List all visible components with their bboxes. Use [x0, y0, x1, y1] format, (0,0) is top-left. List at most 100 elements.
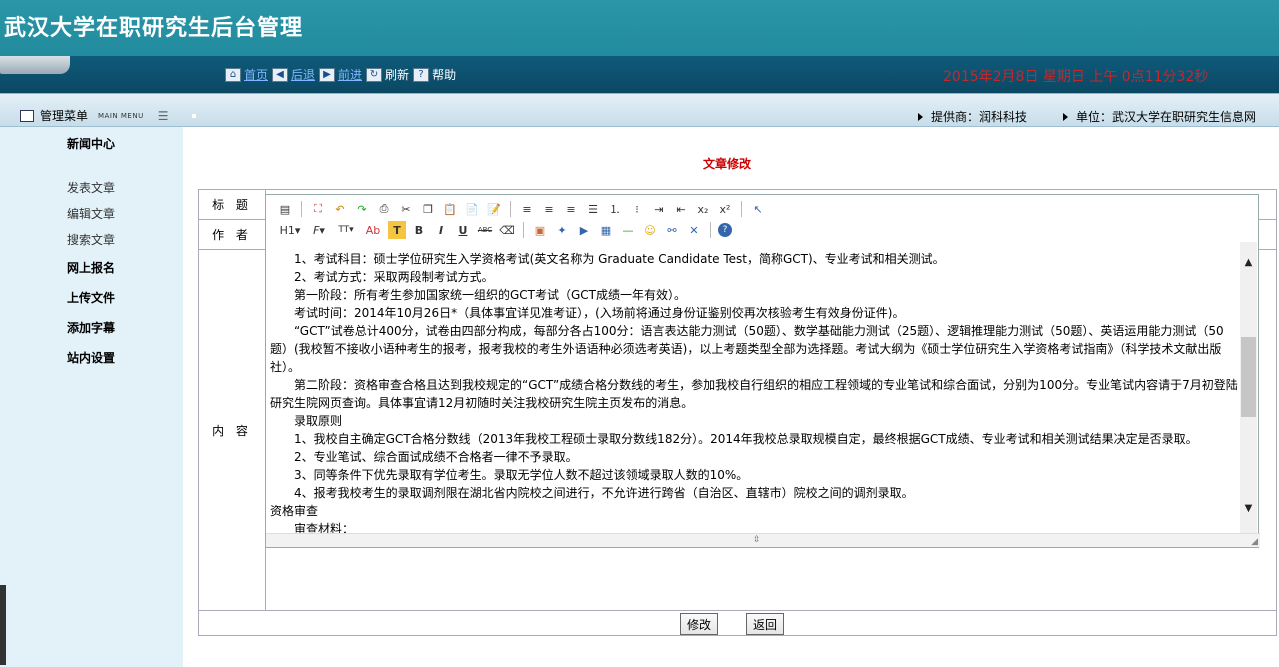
italic-button[interactable]: I [432, 221, 450, 239]
content-line: 1、我校自主确定GCT合格分数线（2013年我校工程硕士录取分数线182分）。2… [294, 432, 1198, 446]
content-line: 3、同等条件下优先录取有学位考生。录取无学位人数不超过该领域录取人数的10%。 [294, 468, 749, 482]
rich-text-editor: ▤ ⛶ ↶ ↷ ⎙ ✂ ❐ 📋 📄 📝 ≡ ≡ ≡ ☰ ⒈ ⁝ ⇥ ⇤ x₂ x… [265, 194, 1260, 548]
paste-word-icon[interactable]: 📝 [485, 200, 503, 218]
unit-info: 单位：武汉大学在职研究生信息网 [1063, 108, 1256, 125]
font-size-dropdown[interactable]: TT ▾ [334, 221, 358, 239]
sidebar-item-upload-file[interactable]: 上传文件 [67, 289, 115, 306]
content-line: — — — — — — — — — — — — [270, 242, 1241, 250]
heading-dropdown[interactable]: H1 ▾ [276, 221, 304, 239]
content-line: 第一阶段：所有考生参加国家统一组织的GCT考试（GCT成绩一年有效）。 [294, 288, 687, 302]
editor-resize-bar[interactable]: ⇳ ◢ [266, 533, 1260, 547]
page-title: 文章修改 [703, 157, 752, 171]
refresh-icon: ↻ [366, 67, 383, 82]
cut-icon[interactable]: ✂ [397, 200, 415, 218]
font-family-dropdown[interactable]: F ▾ [308, 221, 330, 239]
undo-icon[interactable]: ↶ [331, 200, 349, 218]
editor-toolbar-row2: H1 ▾ F ▾ TT ▾ Ab T B I U ABC ⌫ ▣ ✦ ▶ ▦ — ☺ … [276, 219, 732, 241]
editor-content-area[interactable]: — — — — — — — — — — — — 1、考试科目：硕士学位研究生入学… [270, 242, 1241, 533]
sidebar-item-edit-article[interactable]: 编辑文章 [67, 205, 115, 222]
sidebar-item-add-subtitle[interactable]: 添加字幕 [67, 319, 115, 336]
help-icon: ? [413, 67, 430, 82]
insert-media-icon[interactable]: ▶ [575, 221, 593, 239]
provider-info: 提供商：润科科技 [918, 108, 1027, 125]
nav-toolbar: ⌂ 首页 ◀ 后退 ▶ 前进 ↻ 刷新 ? 帮助 [225, 66, 456, 83]
fullscreen-icon[interactable]: ⛶ [309, 200, 327, 218]
author-label: 作 者 [198, 219, 266, 250]
content-line: 考试时间：2014年10月26日*（具体事宜详见准考证），(入场前将通过身份证鉴… [294, 306, 905, 320]
content-line: 审查材料： [294, 522, 355, 533]
link-icon[interactable]: ⚯ [663, 221, 681, 239]
align-right-icon[interactable]: ≡ [562, 200, 580, 218]
content-line: 2、考试方式：采取两段制考试方式。 [294, 270, 494, 284]
title-label: 标 题 [198, 189, 266, 220]
window-edge [0, 585, 6, 665]
strikethrough-button[interactable]: ABC [476, 221, 494, 239]
header-banner: 武汉大学在职研究生后台管理 ⌂ 首页 ◀ 后退 ▶ 前进 ↻ 刷新 ? 帮助 2… [0, 0, 1279, 93]
menu-lines-icon[interactable]: ☰ [158, 109, 169, 123]
superscript-icon[interactable]: x² [716, 200, 734, 218]
print-icon[interactable]: ⎙ [375, 200, 393, 218]
content-line: 1、考试科目：硕士学位研究生入学资格考试(英文名称为 Graduate Cand… [294, 252, 945, 266]
paste-text-icon[interactable]: 📄 [463, 200, 481, 218]
sidebar-item-site-settings[interactable]: 站内设置 [67, 349, 115, 366]
menu-bar: 管理菜单 MAIN MENU ☰ 提供商：润科科技 单位：武汉大学在职研究生信息… [0, 93, 1279, 127]
emoticon-icon[interactable]: ☺ [641, 221, 659, 239]
nav-home-button[interactable]: ⌂ 首页 [225, 66, 268, 83]
align-center-icon[interactable]: ≡ [540, 200, 558, 218]
system-name: 武汉大学在职研究生后台管理 [4, 16, 304, 41]
form-buttons: 修改 返回 [680, 613, 785, 635]
insert-table-icon[interactable]: ▦ [597, 221, 615, 239]
align-justify-icon[interactable]: ☰ [584, 200, 602, 218]
triangle-bullet-icon [1063, 112, 1068, 121]
ordered-list-icon[interactable]: ⒈ [606, 200, 624, 218]
home-icon: ⌂ [225, 67, 241, 82]
monitor-graphic [0, 56, 70, 74]
forward-arrow-icon: ▶ [319, 67, 336, 82]
menu-dot-icon [192, 113, 197, 118]
resize-corner-icon[interactable]: ◢ [1251, 537, 1258, 547]
outdent-icon[interactable]: ⇤ [672, 200, 690, 218]
horizontal-rule-icon[interactable]: — [619, 221, 637, 239]
sidebar-item-publish-article[interactable]: 发表文章 [67, 179, 115, 196]
nav-back-button[interactable]: ◀ 后退 [272, 66, 315, 83]
resize-grip-icon[interactable]: ⇳ [753, 535, 761, 545]
unordered-list-icon[interactable]: ⁝ [628, 200, 646, 218]
nav-forward-button[interactable]: ▶ 前进 [319, 66, 362, 83]
content-line: 2、专业笔试、综合面试成绩不合格者一律不予录取。 [294, 450, 578, 464]
source-code-icon[interactable]: ▤ [276, 200, 294, 218]
scroll-thumb[interactable] [1241, 337, 1256, 417]
nav-help-button[interactable]: ? 帮助 [413, 66, 456, 83]
indent-icon[interactable]: ⇥ [650, 200, 668, 218]
scroll-down-icon[interactable]: ▼ [1240, 500, 1257, 517]
content-line: 4、报考我校考生的录取调剂限在湖北省内院校之间进行，不允许进行跨省（自治区、直辖… [294, 486, 914, 500]
datetime-display: 2015年2月8日 星期日 上午 0点11分32秒 [943, 69, 1209, 85]
modify-button[interactable]: 修改 [680, 613, 719, 635]
insert-flash-icon[interactable]: ✦ [553, 221, 571, 239]
editor-vertical-scrollbar[interactable]: ▲ ▼ [1240, 242, 1257, 533]
menu-window-icon [20, 109, 34, 122]
sidebar-item-online-registration[interactable]: 网上报名 [67, 259, 115, 276]
eraser-icon[interactable]: ⌫ [498, 221, 516, 239]
main-content: 文章修改 标 题 作 者 内 容 ▤ ⛶ ↶ ↷ ⎙ [183, 127, 1279, 667]
main-menu-title: 管理菜单 MAIN MENU ☰ [20, 107, 197, 124]
content-label: 内 容 [198, 249, 266, 611]
select-all-cursor-icon[interactable]: ↖ [749, 200, 767, 218]
scroll-up-icon[interactable]: ▲ [1240, 254, 1257, 271]
redo-icon[interactable]: ↷ [353, 200, 371, 218]
unlink-icon[interactable]: ✕ [685, 221, 703, 239]
insert-image-icon[interactable]: ▣ [531, 221, 549, 239]
fore-color-button[interactable]: Ab [362, 221, 384, 239]
bold-button[interactable]: B [410, 221, 428, 239]
copy-icon[interactable]: ❐ [419, 200, 437, 218]
underline-button[interactable]: U [454, 221, 472, 239]
back-button[interactable]: 返回 [746, 613, 785, 635]
align-left-icon[interactable]: ≡ [518, 200, 536, 218]
sidebar-item-search-article[interactable]: 搜索文章 [67, 231, 115, 248]
hilite-color-icon[interactable]: T [388, 221, 406, 239]
about-help-icon[interactable]: ? [718, 223, 732, 237]
sidebar: 新闻中心 发表文章 编辑文章 搜索文章 网上报名 上传文件 添加字幕 站内设置 [0, 127, 183, 667]
subscript-icon[interactable]: x₂ [694, 200, 712, 218]
paste-icon[interactable]: 📋 [441, 200, 459, 218]
sidebar-item-news-center[interactable]: 新闻中心 [67, 135, 115, 152]
nav-refresh-button[interactable]: ↻ 刷新 [366, 66, 409, 83]
